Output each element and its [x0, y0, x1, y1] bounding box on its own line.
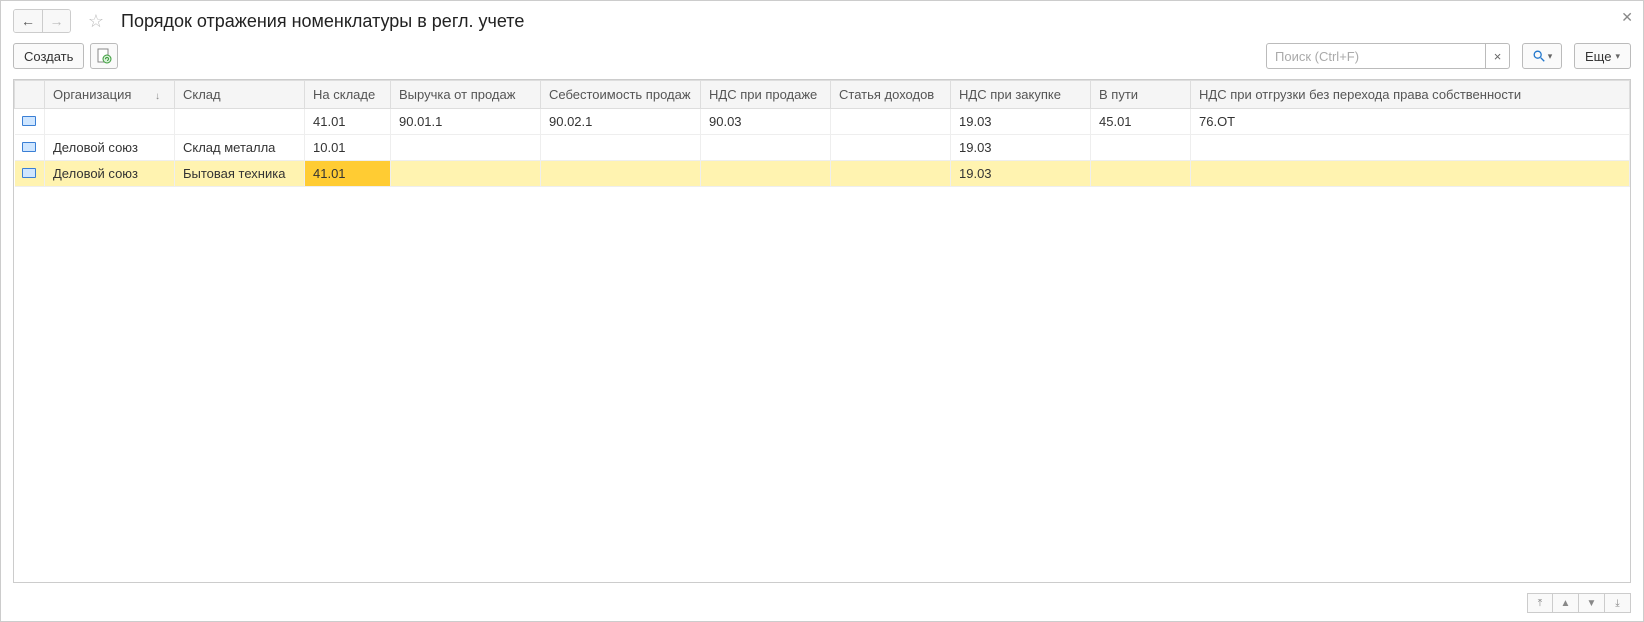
- row-type-icon: [15, 109, 45, 135]
- table-row[interactable]: Деловой союзСклад металла10.01 19.03: [15, 135, 1630, 161]
- cell-nds-zakupka: 19.03: [951, 109, 1091, 135]
- cell-nds-prodazha: [701, 161, 831, 187]
- cell-vyruchka: [391, 161, 541, 187]
- page-title: Порядок отражения номенклатуры в регл. у…: [121, 11, 524, 32]
- nav-forward-button[interactable]: →: [42, 10, 70, 32]
- favorite-star-icon[interactable]: ☆: [85, 10, 107, 32]
- table-header-sebestoimost[interactable]: Себестоимость продаж: [541, 81, 701, 109]
- table-header-statya[interactable]: Статья доходов: [831, 81, 951, 109]
- advanced-search-button[interactable]: ▾: [1522, 43, 1562, 69]
- table-header-nds-prodazha[interactable]: НДС при продаже: [701, 81, 831, 109]
- cell-nds-otgruzka: [1191, 161, 1630, 187]
- cell-org: Деловой союз: [45, 135, 175, 161]
- search-input[interactable]: [1266, 43, 1486, 69]
- cell-statya: [831, 135, 951, 161]
- cell-nds-prodazha: [701, 135, 831, 161]
- table-header-vyruchka[interactable]: Выручка от продаж: [391, 81, 541, 109]
- cell-nds-zakupka: 19.03: [951, 135, 1091, 161]
- cell-na-sklade: 10.01: [305, 135, 391, 161]
- cell-nds-otgruzka: 76.ОТ: [1191, 109, 1630, 135]
- scroll-up-button[interactable]: ▲: [1553, 593, 1579, 613]
- search-clear-button[interactable]: ×: [1486, 43, 1510, 69]
- cell-sklad: [175, 109, 305, 135]
- chevron-down-icon: ▾: [1615, 51, 1620, 62]
- table-row[interactable]: 41.0190.01.190.02.190.03 19.0345.0176.ОТ: [15, 109, 1630, 135]
- cell-v-puti: [1091, 161, 1191, 187]
- cell-nds-prodazha: 90.03: [701, 109, 831, 135]
- cell-org: [45, 109, 175, 135]
- table-header-nds-otgruzka[interactable]: НДС при отгрузки без перехода права собс…: [1191, 81, 1630, 109]
- table-header-icon[interactable]: [15, 81, 45, 109]
- titlebar: ← → ☆ Порядок отражения номенклатуры в р…: [1, 1, 1643, 37]
- cell-nds-zakupka: 19.03: [951, 161, 1091, 187]
- scroll-down-button[interactable]: ▼: [1579, 593, 1605, 613]
- nav-back-button[interactable]: ←: [14, 10, 42, 32]
- footer-nav: ⤒ ▲ ▼ ⤓: [1, 589, 1643, 621]
- row-type-icon: [15, 161, 45, 187]
- app-window: ✕ ← → ☆ Порядок отражения номенклатуры в…: [0, 0, 1644, 622]
- toolbar: Создать × ▾ Еще ▾: [1, 37, 1643, 79]
- more-button-label: Еще: [1585, 49, 1611, 64]
- more-button[interactable]: Еще ▾: [1574, 43, 1631, 69]
- cell-sebestoimost: 90.02.1: [541, 109, 701, 135]
- cell-v-puti: 45.01: [1091, 109, 1191, 135]
- table-header-sklad[interactable]: Склад: [175, 81, 305, 109]
- cell-statya: [831, 161, 951, 187]
- row-type-icon: [15, 135, 45, 161]
- scroll-top-button[interactable]: ⤒: [1527, 593, 1553, 613]
- table-header-nds-zakupka[interactable]: НДС при закупке: [951, 81, 1091, 109]
- cell-v-puti: [1091, 135, 1191, 161]
- sheet-refresh-icon: [96, 48, 112, 64]
- close-icon[interactable]: ✕: [1621, 9, 1633, 26]
- cell-sklad: Бытовая техника: [175, 161, 305, 187]
- cell-statya: [831, 109, 951, 135]
- table-row[interactable]: Деловой союзБытовая техника41.01 19.03: [15, 161, 1630, 187]
- create-button[interactable]: Создать: [13, 43, 84, 69]
- cell-na-sklade: 41.01: [305, 109, 391, 135]
- create-button-label: Создать: [24, 49, 73, 64]
- search-icon: [1532, 49, 1546, 63]
- cell-nds-otgruzka: [1191, 135, 1630, 161]
- cell-sebestoimost: [541, 161, 701, 187]
- cell-vyruchka: 90.01.1: [391, 109, 541, 135]
- data-table-wrap: Организация ↓ Склад На складе Выручка от…: [13, 79, 1631, 583]
- data-table: Организация ↓ Склад На складе Выручка от…: [14, 80, 1630, 187]
- cell-na-sklade: 41.01: [305, 161, 391, 187]
- table-header-org[interactable]: Организация ↓: [45, 81, 175, 109]
- cell-org: Деловой союз: [45, 161, 175, 187]
- cell-sklad: Склад металла: [175, 135, 305, 161]
- cell-sebestoimost: [541, 135, 701, 161]
- refresh-sheet-button[interactable]: [90, 43, 118, 69]
- table-header-v-puti[interactable]: В пути: [1091, 81, 1191, 109]
- chevron-down-icon: ▾: [1548, 51, 1553, 62]
- nav-buttons: ← →: [13, 9, 71, 33]
- table-header-na-sklade[interactable]: На складе: [305, 81, 391, 109]
- search-group: ×: [1266, 43, 1510, 69]
- sort-asc-icon: ↓: [155, 91, 160, 102]
- table-header-row: Организация ↓ Склад На складе Выручка от…: [15, 81, 1630, 109]
- scroll-bottom-button[interactable]: ⤓: [1605, 593, 1631, 613]
- cell-vyruchka: [391, 135, 541, 161]
